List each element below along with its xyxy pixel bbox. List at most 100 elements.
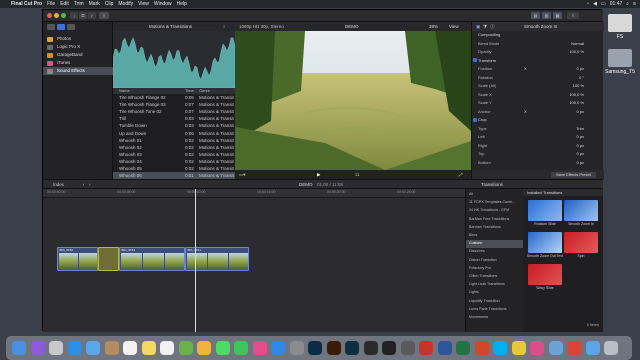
category-item[interactable]: Custom xyxy=(466,240,524,249)
chrome-icon[interactable] xyxy=(511,341,526,355)
photos-icon[interactable] xyxy=(197,341,211,355)
category-item[interactable]: Liquidify Transition xyxy=(466,298,524,306)
menu-item[interactable]: Modify xyxy=(118,0,133,8)
filezilla-icon[interactable] xyxy=(419,341,433,355)
notes-icon[interactable] xyxy=(141,341,156,355)
preferences-icon[interactable] xyxy=(289,341,304,355)
inspector-row[interactable]: Rotation 0 ° xyxy=(472,74,604,82)
inspector-row[interactable]: Opacity 100,0 % xyxy=(472,48,604,56)
inspector-value[interactable]: 0 px xyxy=(576,150,584,158)
inspector-row[interactable]: Top 0 px xyxy=(472,150,604,158)
installed-transitions-header[interactable]: Installed Transitions xyxy=(523,189,603,196)
inspector-value[interactable]: 0 px xyxy=(576,65,584,73)
video-clip[interactable]: IMG_0151 xyxy=(119,247,185,271)
sidebar-item[interactable]: Logic Pro X xyxy=(43,43,113,51)
zoom-level[interactable]: 38% xyxy=(429,22,438,31)
category-item[interactable]: 24 HK Transitions - EFM xyxy=(466,207,524,215)
notification-icon[interactable]: ≡ xyxy=(633,1,636,7)
terminal-icon[interactable] xyxy=(382,341,396,355)
chrome2-icon[interactable] xyxy=(567,341,581,355)
transition-thumbnail[interactable] xyxy=(564,232,598,253)
facetime-icon[interactable] xyxy=(234,341,248,355)
inspector-row[interactable]: Right 0 px xyxy=(472,142,604,150)
key-icon[interactable]: ⚿ xyxy=(79,12,87,19)
category-item[interactable]: Fxfactory Pro xyxy=(466,265,524,273)
zoom-button[interactable] xyxy=(61,13,66,18)
inspector-row[interactable]: Blend Mode Normal xyxy=(472,40,604,48)
inspector-toggle-icon[interactable]: ▦ xyxy=(553,12,562,19)
clock[interactable]: 01:47 xyxy=(610,1,623,7)
playhead[interactable] xyxy=(195,189,196,332)
category-item[interactable]: Distort Transition xyxy=(466,257,524,265)
timeline-ruler[interactable]: 00:00:00:00 00:00:05:00 00:00:10:00 00:00:1… xyxy=(43,189,465,198)
menu-item[interactable]: Edit xyxy=(60,0,69,8)
category-item[interactable]: Lights xyxy=(466,289,524,297)
minimize-button[interactable] xyxy=(54,13,59,18)
library-toggle-icon[interactable]: ▤ xyxy=(531,12,540,19)
reminders-icon[interactable] xyxy=(160,341,174,355)
menu-item[interactable]: Window xyxy=(154,0,172,8)
maps-icon[interactable] xyxy=(178,341,193,355)
word-icon[interactable] xyxy=(437,341,452,355)
category-item[interactable]: Barman Transitions xyxy=(466,224,524,232)
inspector-value[interactable]: 0 px xyxy=(576,142,584,150)
menu-item[interactable]: Mark xyxy=(89,0,100,8)
search-icon[interactable]: ⌕ xyxy=(626,1,629,7)
filter-icon[interactable]: ⧩ xyxy=(483,22,487,31)
inspector-row[interactable]: Left 0 px xyxy=(472,133,604,141)
title-icon[interactable] xyxy=(67,24,75,30)
export-icon[interactable]: ⇧ xyxy=(567,12,579,19)
search-icon[interactable]: ⌕ xyxy=(223,22,226,31)
category-item[interactable]: Luma Fade Transitions xyxy=(466,306,524,314)
illustrator-icon[interactable] xyxy=(326,341,341,355)
inspector-row[interactable]: Position X 0 px xyxy=(472,65,604,73)
sidebar-item[interactable]: iTunes xyxy=(43,59,113,67)
safari-icon[interactable] xyxy=(67,341,82,355)
wifi-icon[interactable]: ◔ xyxy=(586,1,589,7)
share-icon[interactable]: ⇪ xyxy=(99,12,109,19)
music-icon[interactable] xyxy=(57,24,65,30)
inspector-value[interactable]: 0 ° xyxy=(579,74,584,82)
messages-icon[interactable] xyxy=(215,341,230,355)
drive-icon[interactable] xyxy=(608,14,632,32)
inspector-value[interactable]: 100 % xyxy=(573,82,584,90)
motion-icon[interactable] xyxy=(400,341,415,355)
menu-item[interactable]: Help xyxy=(177,0,187,8)
inspector-value[interactable]: 100,0 % xyxy=(569,99,584,107)
itunes-icon[interactable] xyxy=(252,341,267,355)
contacts-icon[interactable] xyxy=(104,341,119,355)
menu-app-name[interactable]: Final Cut Pro xyxy=(11,0,42,8)
inspector-value[interactable]: 0 px xyxy=(576,159,584,167)
video-clip[interactable]: IMG_0150 xyxy=(57,247,98,271)
globe-icon[interactable] xyxy=(548,341,563,355)
menu-item[interactable]: View xyxy=(138,0,149,8)
fullscreen-icon[interactable]: ⤢ xyxy=(459,170,463,179)
index-button[interactable]: Index xyxy=(53,180,64,189)
category-item[interactable]: Glitch Transitions xyxy=(466,273,524,281)
inspector-section[interactable]: Crop xyxy=(472,116,604,124)
inspector-value[interactable]: 0 px xyxy=(576,133,584,141)
transition-thumbnail[interactable] xyxy=(564,200,598,221)
checkbox[interactable] xyxy=(473,117,477,122)
nav-forward-icon[interactable]: › xyxy=(89,180,91,189)
camera-icon[interactable] xyxy=(47,24,55,30)
inspector-value[interactable]: 100,0 % xyxy=(569,48,584,56)
inspector-row[interactable]: Bottom 0 px xyxy=(472,159,604,167)
itunes2-icon[interactable] xyxy=(530,341,544,355)
external-drive-icon[interactable] xyxy=(608,49,632,67)
menu-item[interactable]: File xyxy=(47,0,55,8)
category-item[interactable]: Movements xyxy=(466,314,524,322)
inspector-row[interactable]: Anchor X 0 px xyxy=(472,108,604,116)
app-store-icon[interactable] xyxy=(271,341,285,355)
category-item[interactable]: BarMan Free Transitions xyxy=(466,216,524,224)
trash-icon[interactable] xyxy=(604,341,618,355)
nav-back-icon[interactable]: ‹ xyxy=(83,180,85,189)
info-icon[interactable]: ⓘ xyxy=(490,22,495,31)
inspector-value[interactable]: Normal xyxy=(571,40,584,48)
save-effects-preset-button[interactable]: Save Effects Preset xyxy=(550,171,596,178)
sidebar-item[interactable]: Sound Effects xyxy=(43,67,113,75)
view-options-icon[interactable]: ▭▾ xyxy=(239,170,246,179)
close-button[interactable] xyxy=(47,13,52,18)
powerpoint-icon[interactable] xyxy=(474,341,489,355)
category-item[interactable]: Dissolves xyxy=(466,248,524,256)
